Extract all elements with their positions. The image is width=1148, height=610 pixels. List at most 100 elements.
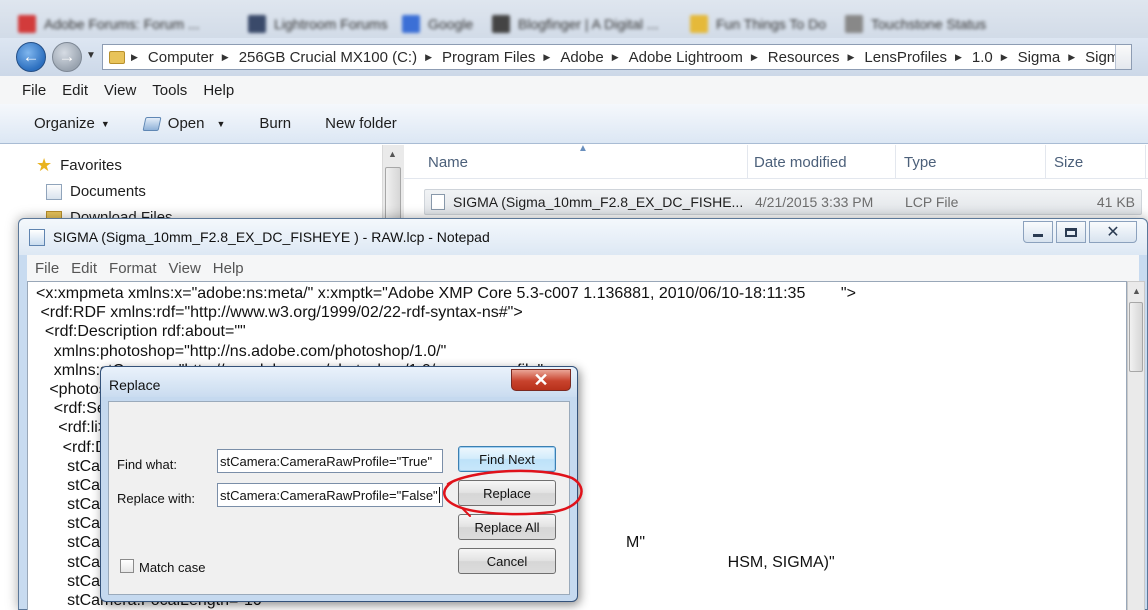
replace-dialog-body: Find what: stCamera:CameraRawProfile="Tr… bbox=[108, 401, 570, 595]
breadcrumb-root-sep[interactable]: ▶ bbox=[131, 52, 148, 63]
notepad-titlebar[interactable]: SIGMA (Sigma_10mm_F2.8_EX_DC_FISHEYE ) -… bbox=[19, 219, 1147, 255]
address-bar[interactable]: ▶ Computer ▶ 256GB Crucial MX100 (C:) ▶ Prog… bbox=[102, 44, 1132, 70]
breadcrumb-separator-icon[interactable]: ▶ bbox=[847, 52, 854, 63]
notepad-menu-format[interactable]: Format bbox=[109, 260, 157, 277]
column-date-modified[interactable]: Date modified bbox=[746, 145, 896, 179]
burn-button[interactable]: Burn bbox=[259, 115, 291, 132]
file-row[interactable]: SIGMA (Sigma_10mm_F2.8_EX_DC_FISHE... 4/2… bbox=[424, 189, 1142, 215]
match-case-label: Match case bbox=[139, 560, 206, 575]
restore-icon bbox=[1065, 227, 1077, 237]
bookmark-favicon-icon bbox=[18, 15, 36, 33]
column-type[interactable]: Type bbox=[896, 145, 1046, 179]
breadcrumb-item[interactable]: Adobe ▶ bbox=[560, 49, 628, 66]
notepad-menubar: File Edit Format View Help bbox=[27, 255, 1139, 281]
minimize-button[interactable] bbox=[1023, 221, 1053, 243]
breadcrumb-item[interactable]: 1.0 ▶ bbox=[972, 49, 1018, 66]
breadcrumb-separator-icon[interactable]: ▶ bbox=[955, 52, 962, 63]
bookmark-item[interactable]: Google bbox=[402, 14, 473, 34]
breadcrumb-item[interactable]: Adobe Lightroom ▶ bbox=[629, 49, 768, 66]
close-icon: ✕ bbox=[1106, 224, 1120, 241]
text-line: <x:xmpmeta xmlns:x="adobe:ns:meta/" x:xm… bbox=[36, 285, 856, 302]
replace-all-button[interactable]: Replace All bbox=[458, 514, 556, 540]
breadcrumb-separator-icon[interactable]: ▶ bbox=[751, 52, 758, 63]
bookmark-item[interactable]: Touchstone Status bbox=[845, 14, 986, 34]
breadcrumb-separator-icon[interactable]: ▶ bbox=[1068, 52, 1075, 63]
text-line: <rdf:Description rdf:about="" bbox=[36, 323, 246, 341]
find-next-button[interactable]: Find Next bbox=[458, 446, 556, 472]
text-line: <rdf:RDF xmlns:rdf="http://www.w3.org/19… bbox=[36, 304, 523, 322]
cancel-button[interactable]: Cancel bbox=[458, 548, 556, 574]
window-title: SIGMA (Sigma_10mm_F2.8_EX_DC_FISHEYE ) -… bbox=[53, 229, 490, 245]
arrow-left-icon: ← bbox=[22, 47, 40, 66]
column-header: ▲ Name Date modified Type Size bbox=[404, 143, 1148, 179]
breadcrumb-separator-icon[interactable]: ▶ bbox=[1001, 52, 1008, 63]
notepad-menu-view[interactable]: View bbox=[169, 260, 201, 277]
breadcrumb-item[interactable]: Computer ▶ bbox=[148, 49, 239, 66]
replace-with-label: Replace with: bbox=[117, 491, 196, 506]
documents-icon bbox=[46, 183, 62, 200]
menu-view[interactable]: View bbox=[104, 82, 136, 99]
breadcrumb-separator-icon[interactable]: ▶ bbox=[543, 52, 550, 63]
open-button[interactable]: Open ▼ bbox=[142, 115, 226, 132]
scroll-up-icon[interactable]: ▲ bbox=[1132, 286, 1141, 296]
menu-edit[interactable]: Edit bbox=[62, 82, 88, 99]
bookmark-item[interactable]: Fun Things To Do bbox=[690, 14, 826, 34]
breadcrumb-item[interactable]: Resources ▶ bbox=[768, 49, 865, 66]
menu-tools[interactable]: Tools bbox=[152, 82, 187, 99]
column-name[interactable]: Name bbox=[420, 145, 748, 179]
text-cursor bbox=[438, 487, 440, 503]
breadcrumb-item[interactable]: Program Files ▶ bbox=[442, 49, 560, 66]
history-dropdown-icon[interactable]: ▼ bbox=[86, 50, 96, 61]
organize-button[interactable]: Organize ▼ bbox=[34, 115, 110, 132]
new-folder-button[interactable]: New folder bbox=[325, 115, 397, 132]
chevron-down-icon: ▼ bbox=[100, 118, 110, 129]
notepad-scrollbar[interactable]: ▲ bbox=[1127, 281, 1145, 610]
close-button[interactable]: ✕ bbox=[1089, 221, 1137, 243]
match-case-checkbox[interactable] bbox=[120, 559, 134, 573]
minimize-icon bbox=[1033, 233, 1043, 237]
replace-with-input[interactable]: stCamera:CameraRawProfile="False" bbox=[217, 483, 443, 507]
scroll-up-icon[interactable]: ▲ bbox=[388, 149, 397, 159]
notepad-menu-help[interactable]: Help bbox=[213, 260, 244, 277]
breadcrumb-item[interactable]: Sigma ▶ bbox=[1018, 49, 1085, 66]
bookmark-item[interactable]: Adobe Forums: Forum ... bbox=[18, 14, 200, 34]
bookmark-item[interactable]: Lightroom Forums bbox=[248, 14, 388, 34]
arrow-right-icon: → bbox=[58, 47, 76, 66]
notepad-menu-edit[interactable]: Edit bbox=[71, 260, 97, 277]
file-date: 4/21/2015 3:33 PM bbox=[755, 194, 874, 210]
bookmark-item[interactable]: Blogfinger | A Digital ... bbox=[492, 14, 659, 34]
dialog-close-button[interactable]: ✕ bbox=[511, 369, 571, 391]
back-button[interactable]: ← bbox=[16, 42, 46, 72]
find-what-label: Find what: bbox=[117, 457, 177, 472]
file-size: 41 KB bbox=[1096, 194, 1135, 210]
file-type: LCP File bbox=[905, 194, 959, 210]
breadcrumb-item[interactable]: LensProfiles ▶ bbox=[864, 49, 971, 66]
explorer-menubar: File Edit View Tools Help bbox=[0, 76, 1148, 104]
scroll-thumb[interactable] bbox=[1129, 302, 1143, 372]
chevron-down-icon: ▼ bbox=[216, 118, 226, 129]
find-what-input[interactable]: stCamera:CameraRawProfile="True" bbox=[217, 449, 443, 473]
breadcrumb-separator-icon[interactable]: ▶ bbox=[425, 52, 432, 63]
maximize-button[interactable] bbox=[1056, 221, 1086, 243]
breadcrumb-item[interactable]: 256GB Crucial MX100 (C:) ▶ bbox=[239, 49, 442, 66]
nav-item-documents[interactable]: Documents bbox=[46, 183, 146, 200]
explorer-toolbar: Organize ▼ Open ▼ Burn New folder bbox=[0, 104, 1148, 144]
forward-button[interactable]: → bbox=[52, 42, 82, 72]
column-size[interactable]: Size bbox=[1046, 145, 1146, 179]
address-dropdown-button[interactable] bbox=[1115, 45, 1131, 69]
replace-button[interactable]: Replace bbox=[458, 480, 556, 506]
folder-icon bbox=[109, 50, 125, 64]
file-name: SIGMA (Sigma_10mm_F2.8_EX_DC_FISHE... bbox=[453, 194, 744, 210]
bookmark-favicon-icon bbox=[248, 15, 266, 33]
open-icon bbox=[142, 116, 162, 131]
menu-help[interactable]: Help bbox=[203, 82, 234, 99]
breadcrumb-separator-icon[interactable]: ▶ bbox=[222, 52, 229, 63]
replace-titlebar[interactable]: Replace ✕ bbox=[101, 367, 577, 397]
nav-item-favorites[interactable]: ★ Favorites bbox=[36, 155, 122, 176]
menu-file[interactable]: File bbox=[22, 82, 46, 99]
breadcrumb: Computer ▶ 256GB Crucial MX100 (C:) ▶ Progra… bbox=[148, 49, 1128, 66]
dialog-title: Replace bbox=[109, 377, 161, 393]
notepad-menu-file[interactable]: File bbox=[35, 260, 59, 277]
bookmark-favicon-icon bbox=[492, 15, 510, 33]
breadcrumb-separator-icon[interactable]: ▶ bbox=[612, 52, 619, 63]
